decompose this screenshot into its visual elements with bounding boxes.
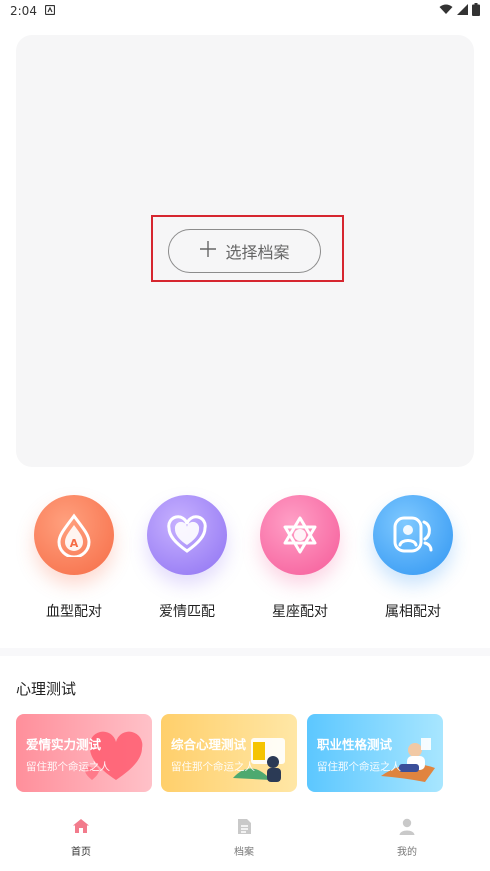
select-profile-button[interactable]: 选择档案 xyxy=(168,229,321,273)
section-divider xyxy=(0,648,490,656)
home-icon xyxy=(41,815,121,837)
test-card-title: 爱情实力测试 xyxy=(26,737,102,752)
feature-label: 属相配对 xyxy=(385,604,441,620)
bottom-tab-bar: 首页 档案 我的 xyxy=(0,815,490,871)
tab-home[interactable]: 首页 xyxy=(41,815,121,858)
status-time: 2:04 xyxy=(10,4,37,18)
feature-label: 星座配对 xyxy=(272,604,328,620)
signal-icon xyxy=(457,4,468,18)
status-icons xyxy=(439,3,480,19)
test-card-title: 职业性格测试 xyxy=(317,737,393,752)
tab-profiles[interactable]: 档案 xyxy=(204,815,284,858)
feature-constellation[interactable]: 星座配对 xyxy=(250,495,350,621)
feature-grid: A 血型配对 爱情匹配 星座配对 属相配对 xyxy=(0,495,490,625)
feature-zodiac[interactable]: 属相配对 xyxy=(363,495,463,621)
battery-icon xyxy=(472,3,480,19)
document-icon xyxy=(204,815,284,837)
user-icon xyxy=(367,815,447,837)
star-of-david-icon xyxy=(260,495,340,575)
select-profile-label: 选择档案 xyxy=(225,245,290,262)
status-bar: 2:04 xyxy=(0,0,490,22)
tab-label: 我的 xyxy=(397,847,417,858)
test-card-title: 综合心理测试 xyxy=(171,737,247,752)
blood-drop-icon: A xyxy=(34,495,114,575)
tab-label: 档案 xyxy=(234,847,254,858)
test-card-subtitle: 留住那个命运之人 xyxy=(26,761,110,773)
heart-icon xyxy=(147,495,227,575)
svg-text:A: A xyxy=(70,537,79,550)
test-card-subtitle: 留住那个命运之人 xyxy=(171,761,255,773)
psych-section-title: 心理测试 xyxy=(16,680,77,698)
feature-love-match[interactable]: 爱情匹配 xyxy=(137,495,237,621)
test-card-subtitle: 留住那个命运之人 xyxy=(317,761,401,773)
plus-icon xyxy=(199,239,217,263)
notification-icon xyxy=(44,4,56,18)
test-card-love-strength[interactable]: 爱情实力测试 留住那个命运之人 xyxy=(16,714,152,792)
tab-label: 首页 xyxy=(71,847,91,858)
users-icon xyxy=(373,495,453,575)
test-card-comprehensive[interactable]: 综合心理测试 留住那个命运之人 xyxy=(161,714,297,792)
feature-label: 血型配对 xyxy=(46,604,102,620)
test-card-career[interactable]: 职业性格测试 留住那个命运之人 xyxy=(307,714,443,792)
feature-blood-type[interactable]: A 血型配对 xyxy=(24,495,124,621)
tab-mine[interactable]: 我的 xyxy=(367,815,447,858)
wifi-icon xyxy=(439,4,453,18)
psych-test-list: 爱情实力测试 留住那个命运之人 综合心理测试 留住那个命运之人 职业性格测试 留… xyxy=(16,714,490,794)
feature-label: 爱情匹配 xyxy=(159,604,215,620)
